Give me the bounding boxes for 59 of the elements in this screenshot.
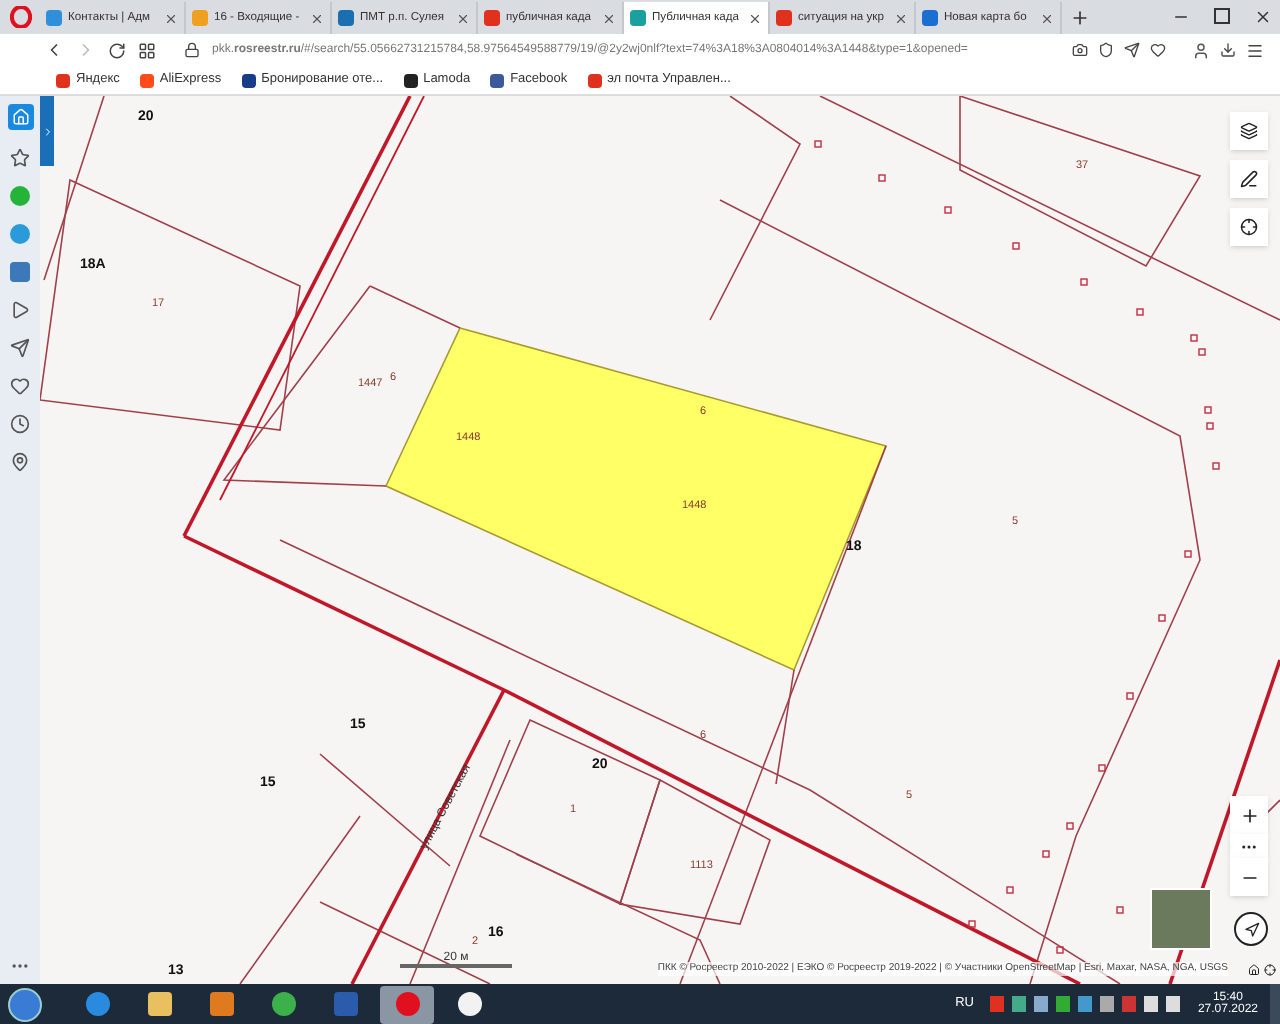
site-icon	[139, 73, 154, 87]
star-icon[interactable]	[10, 148, 30, 168]
home-button[interactable]	[7, 104, 33, 130]
reload-icon[interactable]	[108, 41, 126, 59]
site-icon	[484, 10, 500, 26]
close-icon[interactable]	[310, 11, 324, 25]
home-icon[interactable]	[1248, 964, 1260, 976]
send-icon[interactable]	[10, 338, 30, 358]
start-button[interactable]	[8, 987, 42, 1021]
satellite-thumbnail[interactable]	[1150, 888, 1212, 950]
close-icon[interactable]	[1254, 8, 1272, 26]
menu-icon[interactable]	[1246, 41, 1264, 59]
chevron-icon	[41, 125, 53, 137]
site-icon	[587, 73, 602, 87]
ruler-button[interactable]	[1230, 160, 1268, 198]
heart-icon[interactable]	[10, 376, 30, 396]
close-icon[interactable]	[748, 11, 762, 25]
shield-icon[interactable]	[1098, 42, 1114, 58]
download-icon[interactable]	[1220, 42, 1236, 58]
locate-button[interactable]	[1230, 208, 1268, 246]
compass-button[interactable]	[1234, 912, 1268, 946]
site-icon	[490, 73, 505, 87]
site-icon	[241, 73, 256, 87]
speed-dial-icon[interactable]	[138, 41, 156, 59]
close-icon[interactable]	[1040, 11, 1054, 25]
zoom-in-button[interactable]	[1230, 796, 1268, 834]
ruler-icon	[1240, 170, 1258, 188]
compass-icon	[1243, 921, 1259, 937]
tray-icons-drawing[interactable]	[989, 996, 1186, 1012]
opera-logo-icon[interactable]	[9, 6, 31, 28]
site-icon	[192, 10, 208, 26]
close-icon[interactable]	[456, 11, 470, 25]
panel-toggle-button[interactable]	[40, 96, 54, 166]
close-icon[interactable]	[602, 11, 616, 25]
pin-icon[interactable]	[10, 452, 30, 472]
site-icon	[46, 10, 62, 26]
clock-icon[interactable]	[10, 414, 30, 434]
close-icon[interactable]	[894, 11, 908, 25]
crosshair-icon	[1240, 218, 1258, 236]
site-icon	[56, 73, 70, 87]
play-icon[interactable]	[10, 300, 30, 320]
profile-icon[interactable]	[1192, 41, 1210, 59]
lock-icon	[184, 42, 200, 58]
camera-icon[interactable]	[1072, 42, 1088, 58]
heart-icon[interactable]	[1150, 42, 1166, 58]
site-icon	[630, 10, 646, 26]
send-icon[interactable]	[1124, 42, 1140, 58]
site-icon	[922, 10, 938, 26]
site-icon	[776, 10, 792, 26]
maximize-icon[interactable]	[1214, 8, 1230, 24]
locate-icon[interactable]	[1264, 964, 1276, 976]
close-icon[interactable]	[164, 11, 178, 25]
site-icon	[403, 73, 418, 87]
layers-icon	[1240, 122, 1258, 140]
site-icon	[338, 10, 354, 26]
new-tab-icon[interactable]	[1070, 7, 1090, 27]
layers-button[interactable]	[1230, 112, 1268, 150]
plus-icon	[1239, 805, 1259, 825]
scale-bar	[400, 964, 512, 968]
